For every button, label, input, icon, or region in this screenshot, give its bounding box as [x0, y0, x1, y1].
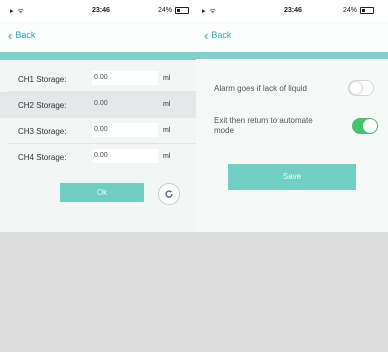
alarm-toggle[interactable] [348, 80, 374, 96]
battery-percent: 24% [158, 7, 173, 14]
ch2-storage-label: CH2 Storage: [18, 101, 67, 110]
ch2-unit: ml [163, 101, 171, 108]
nav-bar: ‹ Back [196, 22, 388, 52]
storage-row-ch1: CH1 Storage: 0.00 ml [0, 66, 196, 92]
ch4-storage-label: CH4 Storage: [18, 153, 67, 162]
option-exit-return-automate: Exit then return to automate mode [196, 112, 388, 142]
battery-percent: 24% [343, 7, 358, 14]
ch2-storage-input[interactable]: 0.00 [92, 97, 158, 111]
toggle-knob [350, 82, 362, 94]
ch1-storage-input[interactable]: 0.00 [92, 71, 158, 85]
status-bar: ▸ ᯤ 23:46 24% [0, 0, 196, 22]
status-time: 23:46 [92, 7, 110, 14]
signal-icon: ▸ ᯤ [202, 8, 217, 15]
nav-bar: ‹ Back [0, 22, 196, 52]
ch1-storage-label: CH1 Storage: [18, 75, 67, 84]
chevron-left-icon: ‹ [8, 27, 13, 43]
back-label: Back [15, 30, 36, 40]
toggle-knob [363, 119, 377, 133]
ch3-unit: ml [163, 127, 171, 134]
ch4-unit: ml [163, 153, 171, 160]
chevron-left-icon: ‹ [204, 27, 209, 43]
exit-option-label: Exit then return to automate mode [214, 116, 313, 135]
signal-icon: ▸ ᯤ [10, 8, 25, 15]
back-button[interactable]: ‹ Back [8, 27, 36, 43]
alarm-settings-screen: ▸ ᯤ 23:46 24% ‹ Back Alarm goes if lack … [196, 0, 388, 232]
ok-button[interactable]: Ok [60, 183, 144, 202]
ch3-storage-input[interactable]: 0.00 [92, 123, 158, 137]
option-alarm-lack-liquid: Alarm goes if lack of liquid [196, 78, 388, 100]
battery-icon [175, 7, 190, 14]
storage-row-ch3: CH3 Storage: 0.00 ml [0, 118, 196, 144]
ch3-storage-label: CH3 Storage: [18, 127, 67, 136]
refresh-icon [165, 190, 173, 198]
exit-return-toggle[interactable] [352, 118, 378, 134]
accent-bar [0, 52, 196, 60]
status-bar: ▸ ᯤ 23:46 24% [196, 0, 388, 22]
storage-row-ch2: CH2 Storage: 0.00 ml [0, 92, 196, 118]
back-button[interactable]: ‹ Back [204, 27, 232, 43]
accent-bar [196, 52, 388, 59]
status-time: 23:46 [284, 7, 302, 14]
ch4-storage-input[interactable]: 0.00 [92, 149, 158, 163]
battery-indicator: 24% [158, 7, 190, 14]
battery-indicator: 24% [343, 7, 375, 14]
back-label: Back [211, 30, 232, 40]
storage-row-ch4: CH4 Storage: 0.00 ml [0, 144, 196, 170]
ch1-unit: ml [163, 75, 171, 82]
save-button[interactable]: Save [228, 164, 356, 190]
storage-settings-screen: ▸ ᯤ 23:46 24% ‹ Back CH1 Storage: 0.00 m… [0, 0, 196, 232]
battery-icon [360, 7, 375, 14]
refresh-button[interactable] [158, 183, 180, 205]
alarm-option-label: Alarm goes if lack of liquid [214, 84, 307, 93]
